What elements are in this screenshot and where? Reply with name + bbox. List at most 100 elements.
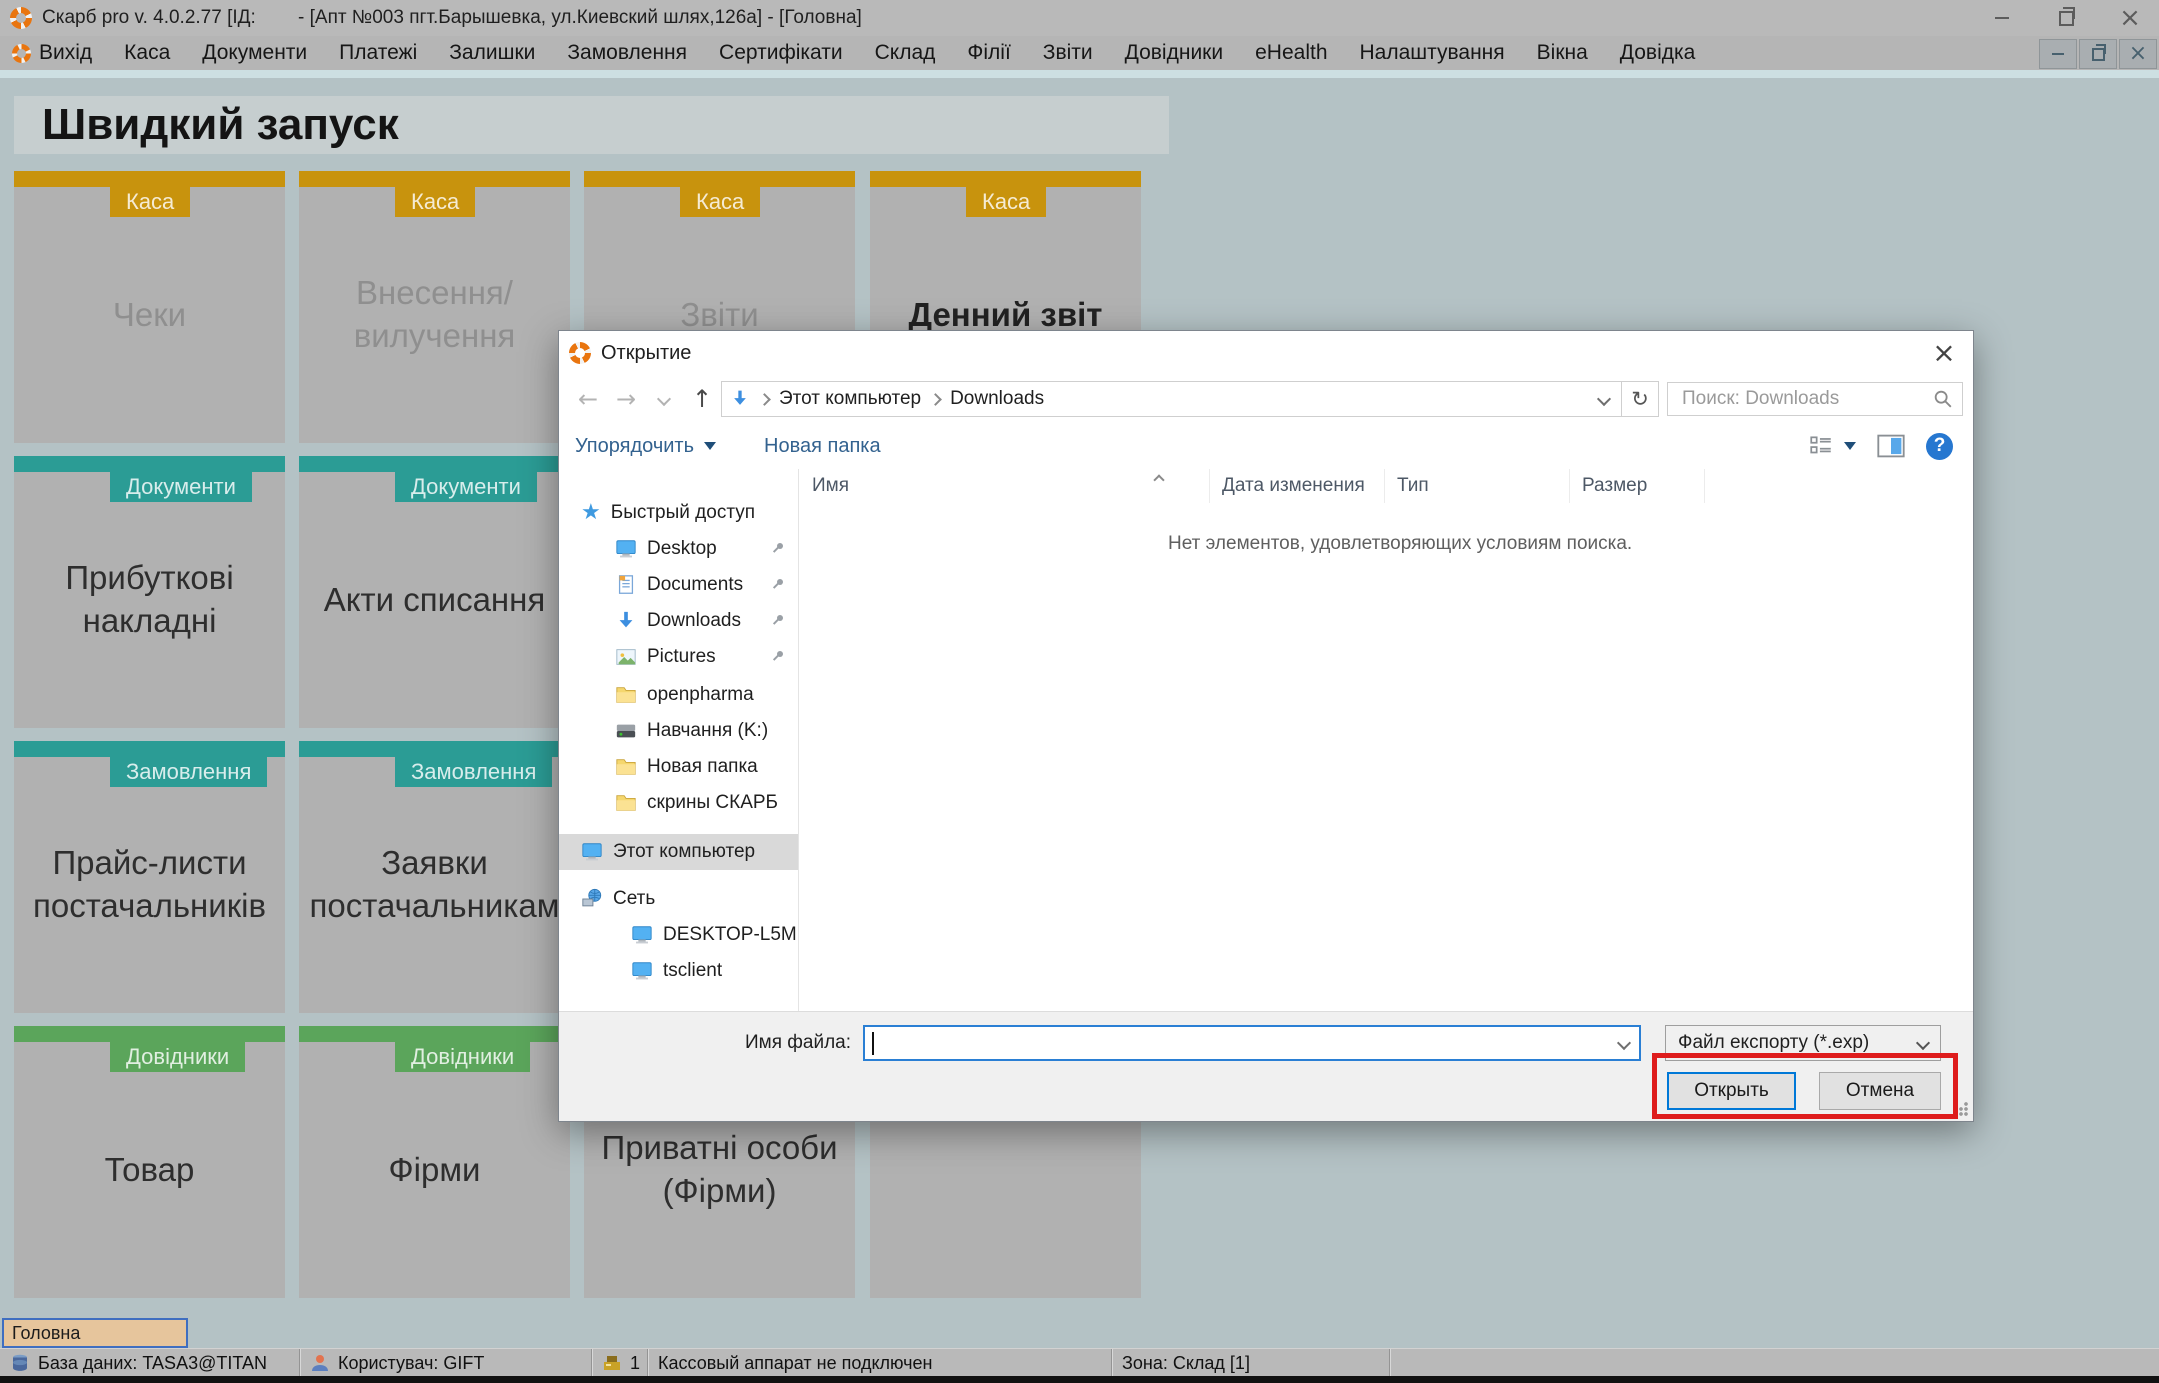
folder-icon bbox=[615, 792, 637, 814]
menu-label: Вихід bbox=[39, 41, 92, 65]
breadcrumb-this-pc[interactable]: Этот компьютер bbox=[779, 388, 921, 410]
minimize-button[interactable] bbox=[1987, 5, 2017, 31]
document-icon bbox=[615, 574, 637, 596]
new-folder-button[interactable]: Новая папка bbox=[764, 435, 881, 458]
menu-item-documents[interactable]: Документи bbox=[202, 41, 307, 65]
tile-category-bar bbox=[299, 741, 570, 757]
column-header-date-modified[interactable]: Дата изменения bbox=[1210, 469, 1385, 503]
sort-ascending-icon bbox=[1155, 471, 1163, 489]
filetype-select[interactable]: Файл експорту (*.exp) bbox=[1665, 1025, 1941, 1061]
computer-icon bbox=[631, 924, 653, 946]
mdi-window-controls: × bbox=[2037, 39, 2157, 69]
preview-pane-button[interactable] bbox=[1876, 432, 1906, 460]
menu-item-certificates[interactable]: Сертифікати bbox=[719, 41, 843, 65]
forward-button[interactable]: → bbox=[607, 382, 645, 416]
filename-dropdown-button[interactable] bbox=[1609, 1027, 1639, 1059]
organize-label: Упорядочить bbox=[575, 435, 694, 458]
search-input[interactable] bbox=[1680, 387, 1932, 411]
tile-cheki[interactable]: Каса Чеки bbox=[14, 171, 285, 443]
close-button[interactable]: × bbox=[2115, 5, 2145, 31]
status-database: База даних: TASA3@TITAN bbox=[0, 1349, 300, 1377]
quick-launch-title: Швидкий запуск bbox=[14, 96, 1169, 154]
dialog-close-button[interactable]: × bbox=[1915, 331, 1973, 375]
menu-item-directories[interactable]: Довідники bbox=[1125, 41, 1223, 65]
sidebar-item-tsclient[interactable]: tsclient bbox=[559, 953, 798, 989]
app-icon bbox=[10, 7, 32, 29]
recent-locations-button[interactable] bbox=[645, 382, 683, 416]
sidebar-item-openpharma[interactable]: openpharma bbox=[559, 677, 798, 713]
help-button[interactable]: ? bbox=[1926, 433, 1953, 460]
sidebar-item-novaya-papka[interactable]: Новая папка bbox=[559, 749, 798, 785]
cash-register-icon bbox=[602, 1353, 622, 1373]
tile-zayavky[interactable]: Замовлення Заявки постачальникам bbox=[299, 741, 570, 1013]
sidebar-label: Новая папка bbox=[647, 756, 758, 778]
breadcrumb-downloads[interactable]: Downloads bbox=[950, 388, 1044, 410]
sidebar-quick-access[interactable]: ★ Быстрый доступ bbox=[559, 495, 798, 531]
resize-grip[interactable] bbox=[1952, 1100, 1970, 1118]
menu-item-help[interactable]: Довідка bbox=[1620, 41, 1696, 65]
mdi-restore-button[interactable] bbox=[2079, 39, 2117, 69]
tile-label: Товар bbox=[24, 1042, 275, 1298]
window-title: Скарб pro v. 4.0.2.77 [ІД: - [Апт №003 п… bbox=[42, 7, 862, 29]
column-header-size[interactable]: Размер bbox=[1570, 469, 1705, 503]
sidebar-item-skriny-skarb[interactable]: скрины СКАРБ bbox=[559, 785, 798, 821]
sidebar-item-documents[interactable]: Documents bbox=[559, 567, 798, 603]
menu-item-settings[interactable]: Налаштування bbox=[1360, 41, 1505, 65]
tile-firmy[interactable]: Довідники Фірми bbox=[299, 1026, 570, 1298]
cancel-button[interactable]: Отмена bbox=[1819, 1072, 1941, 1110]
places-sidebar: ★ Быстрый доступ Desktop Documents Downl… bbox=[559, 469, 799, 1013]
sidebar-label: Documents bbox=[647, 574, 743, 596]
menu-item-windows[interactable]: Вікна bbox=[1537, 41, 1588, 65]
menu-item-ehealth[interactable]: eHealth bbox=[1255, 41, 1327, 65]
menu-item-branches[interactable]: Філії bbox=[967, 41, 1010, 65]
tile-price-lists[interactable]: Замовлення Прайс-листи постачальників bbox=[14, 741, 285, 1013]
mdi-minimize-button[interactable] bbox=[2039, 39, 2077, 69]
cancel-button-label: Отмена bbox=[1846, 1080, 1914, 1102]
sidebar-item-desktop[interactable]: Desktop bbox=[559, 531, 798, 567]
tile-category-bar bbox=[14, 171, 285, 187]
window-titlebar: Скарб pro v. 4.0.2.77 [ІД: - [Апт №003 п… bbox=[0, 0, 2159, 36]
menu-item-exit[interactable]: Вихід bbox=[12, 41, 92, 65]
restore-button[interactable] bbox=[2051, 5, 2081, 31]
open-button[interactable]: Открыть bbox=[1667, 1072, 1796, 1110]
user-icon bbox=[310, 1353, 330, 1373]
back-button[interactable]: ← bbox=[569, 382, 607, 416]
close-icon: × bbox=[2119, 5, 2141, 31]
address-dropdown-button[interactable] bbox=[1587, 382, 1621, 416]
menu-label: eHealth bbox=[1255, 41, 1327, 65]
sidebar-item-network[interactable]: Сеть bbox=[559, 881, 798, 917]
refresh-button[interactable]: ↻ bbox=[1622, 381, 1659, 417]
menu-item-stock-balance[interactable]: Залишки bbox=[449, 41, 535, 65]
tile-vnesennya[interactable]: Каса Внесення/вилучення bbox=[299, 171, 570, 443]
view-mode-button[interactable] bbox=[1808, 433, 1856, 459]
dialog-body: ★ Быстрый доступ Desktop Documents Downl… bbox=[559, 469, 1973, 1013]
mdi-close-button[interactable]: × bbox=[2119, 39, 2157, 69]
column-header-name[interactable]: Имя bbox=[800, 469, 1210, 503]
menu-item-payments[interactable]: Платежі bbox=[339, 41, 417, 65]
sidebar-label: tsclient bbox=[663, 960, 722, 982]
up-button[interactable]: ↑ bbox=[683, 382, 721, 416]
sidebar-item-navchannya-drive[interactable]: Навчання (K:) bbox=[559, 713, 798, 749]
search-box[interactable] bbox=[1667, 382, 1963, 416]
address-bar[interactable]: Этот компьютер Downloads bbox=[721, 381, 1622, 417]
tile-tovar[interactable]: Довідники Товар bbox=[14, 1026, 285, 1298]
sidebar-item-this-pc[interactable]: Этот компьютер bbox=[559, 834, 798, 870]
status-cash-register-text: Кассовый аппарат не подключен bbox=[658, 1353, 932, 1374]
organize-button[interactable]: Упорядочить bbox=[575, 435, 716, 458]
close-icon: × bbox=[2129, 43, 2147, 65]
tile-category-bar bbox=[14, 741, 285, 757]
chevron-down-icon bbox=[657, 392, 671, 406]
filename-input[interactable] bbox=[871, 1029, 1605, 1059]
menu-item-orders[interactable]: Замовлення bbox=[567, 41, 687, 65]
menu-item-reports[interactable]: Звіти bbox=[1043, 41, 1093, 65]
tab-holovna[interactable]: Головна bbox=[2, 1318, 188, 1348]
tile-akty-spysannya[interactable]: Документи Акти списання bbox=[299, 456, 570, 728]
column-header-type[interactable]: Тип bbox=[1385, 469, 1570, 503]
menu-item-warehouse[interactable]: Склад bbox=[875, 41, 936, 65]
database-icon bbox=[10, 1353, 30, 1373]
sidebar-item-downloads[interactable]: Downloads bbox=[559, 603, 798, 639]
sidebar-item-pictures[interactable]: Pictures bbox=[559, 639, 798, 675]
tile-prybutkovi-nakladni[interactable]: Документи Прибуткові накладні bbox=[14, 456, 285, 728]
menu-item-kasa[interactable]: Каса bbox=[124, 41, 170, 65]
sidebar-item-desktop-l5mdnk[interactable]: DESKTOP-L5MDNK bbox=[559, 917, 798, 953]
